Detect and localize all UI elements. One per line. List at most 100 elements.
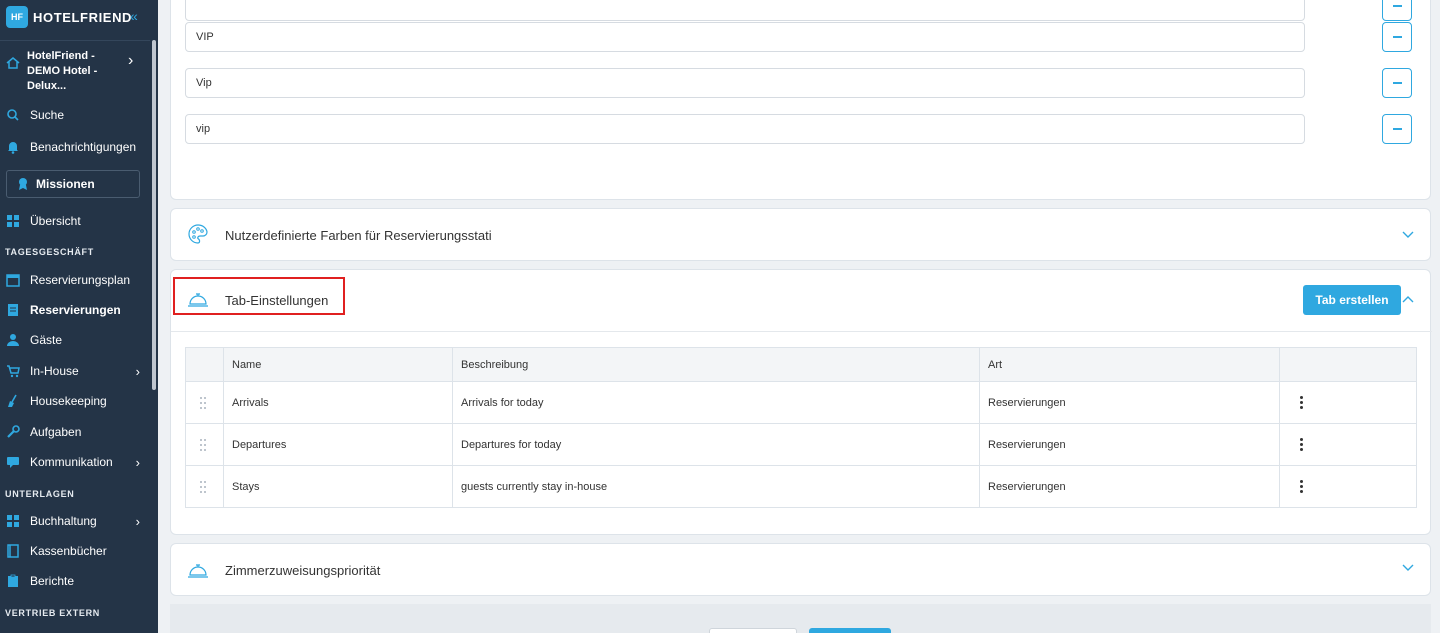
- tag-input[interactable]: Vip: [185, 68, 1305, 98]
- remove-tag-button[interactable]: [1382, 114, 1412, 144]
- tab-settings-section: Tab-Einstellungen Tab erstellen Name Bes…: [170, 269, 1432, 535]
- section-header[interactable]: Tab-Einstellungen Tab erstellen: [171, 270, 1432, 320]
- cell-type: Reservierungen: [979, 423, 1280, 466]
- sidebar-item-label: Benachrichtigungen: [30, 140, 137, 154]
- sidebar-item-reports[interactable]: Berichte: [0, 568, 150, 594]
- actions-cell[interactable]: [1279, 381, 1417, 424]
- minus-icon: [1392, 5, 1402, 7]
- sidebar-item-inhouse[interactable]: In-House ›: [0, 358, 150, 384]
- sidebar-item-label: Kommunikation: [30, 455, 113, 469]
- chevron-right-icon: ›: [135, 454, 140, 470]
- sidebar-item-search[interactable]: Suche: [0, 102, 150, 128]
- chevron-right-icon: ›: [135, 363, 140, 379]
- sidebar-item-accounting[interactable]: Buchhaltung ›: [0, 508, 150, 534]
- calendar-icon: [6, 274, 20, 287]
- service-bell-icon: [188, 564, 208, 578]
- bell-icon: [8, 142, 18, 154]
- tag-input-hidden[interactable]: [185, 0, 1305, 21]
- brand[interactable]: HF HOTELFRIEND: [6, 4, 132, 30]
- search-icon: [7, 109, 19, 121]
- column-header-type[interactable]: Art: [979, 347, 1280, 382]
- sidebar-item-overview[interactable]: Übersicht: [0, 208, 150, 234]
- sidebar-item-label: Gäste: [30, 333, 63, 347]
- user-icon: [7, 334, 19, 346]
- drag-cell[interactable]: [185, 423, 224, 466]
- cell-type: Reservierungen: [979, 381, 1280, 424]
- table-row[interactable]: Stays guests currently stay in-house Res…: [185, 465, 1417, 508]
- more-vertical-icon[interactable]: [1300, 480, 1304, 493]
- collapse-sidebar-icon[interactable]: «: [130, 8, 138, 24]
- medal-icon: [19, 178, 27, 190]
- sidebar-item-label: Berichte: [30, 574, 75, 588]
- sidebar-item-label: Kassenbücher: [30, 544, 107, 558]
- drag-handle-icon[interactable]: [199, 480, 207, 494]
- actions-column-header: [1279, 347, 1417, 382]
- drag-cell[interactable]: [185, 465, 224, 508]
- book-icon: [7, 544, 19, 558]
- drag-cell[interactable]: [185, 381, 224, 424]
- chevron-down-icon[interactable]: [1401, 227, 1415, 241]
- sidebar-item-label: Reservierungsplan: [30, 273, 131, 287]
- sidebar-item-reservations[interactable]: Reservierungen: [0, 297, 150, 323]
- sidebar-item-label: Aufgaben: [30, 425, 82, 439]
- missions-button[interactable]: Missionen: [6, 170, 140, 198]
- tags-card: VIP Vip vip: [170, 0, 1431, 200]
- chevron-down-icon[interactable]: [1401, 560, 1415, 574]
- sidebar-item-tasks[interactable]: Aufgaben: [0, 419, 150, 445]
- actions-cell[interactable]: [1279, 423, 1417, 466]
- wrench-icon: [7, 425, 20, 438]
- save-button[interactable]: [809, 628, 891, 633]
- sidebar-item-communication[interactable]: Kommunikation ›: [0, 449, 150, 475]
- broom-icon: [8, 394, 17, 407]
- minus-icon: [1392, 128, 1402, 130]
- sidebar-item-notifications[interactable]: Benachrichtigungen: [0, 134, 150, 160]
- sidebar-item-guests[interactable]: Gäste: [0, 327, 150, 353]
- cell-description: Departures for today: [452, 423, 980, 466]
- drag-handle-icon[interactable]: [199, 438, 207, 452]
- actions-cell[interactable]: [1279, 465, 1417, 508]
- custom-colors-section[interactable]: Nutzerdefinierte Farben für Reservierung…: [170, 208, 1431, 261]
- chevron-up-icon[interactable]: [1401, 292, 1415, 306]
- hotelfriend-logo-icon: HF: [6, 6, 28, 28]
- room-priority-section[interactable]: Zimmerzuweisungspriorität: [170, 543, 1431, 596]
- sidebar-item-housekeeping[interactable]: Housekeeping: [0, 388, 150, 414]
- sidebar-item-reservation-plan[interactable]: Reservierungsplan: [0, 267, 150, 293]
- more-vertical-icon[interactable]: [1300, 438, 1304, 451]
- dashboard-icon: [7, 215, 19, 227]
- hotel-name: HotelFriend - DEMO Hotel - Delux...: [27, 50, 98, 92]
- table-row[interactable]: Arrivals Arrivals for today Reservierung…: [185, 381, 1417, 424]
- hotel-selector[interactable]: HotelFriend - DEMO Hotel - Delux... ›: [0, 44, 150, 92]
- sidebar-item-label: Buchhaltung: [30, 514, 97, 528]
- table-row[interactable]: Departures Departures for today Reservie…: [185, 423, 1417, 466]
- drag-handle-icon[interactable]: [199, 396, 207, 410]
- sidebar-divider: [0, 40, 150, 41]
- create-tab-button[interactable]: Tab erstellen: [1303, 285, 1401, 315]
- clipboard-icon: [8, 574, 18, 587]
- table-header-row: Name Beschreibung Art: [185, 347, 1417, 382]
- sidebar-section-sales: VERTRIEB EXTERN: [5, 608, 101, 618]
- cancel-button[interactable]: [709, 628, 797, 633]
- sidebar-item-label: Suche: [30, 108, 65, 122]
- tag-input[interactable]: vip: [185, 114, 1305, 144]
- document-icon: [8, 304, 18, 316]
- section-header[interactable]: Zimmerzuweisungspriorität: [171, 544, 1432, 594]
- remove-tag-button[interactable]: [1382, 0, 1412, 21]
- remove-tag-button[interactable]: [1382, 68, 1412, 98]
- minus-icon: [1392, 36, 1402, 38]
- section-header[interactable]: Nutzerdefinierte Farben für Reservierung…: [171, 209, 1432, 259]
- remove-tag-button[interactable]: [1382, 22, 1412, 52]
- chevron-right-icon: ›: [135, 513, 140, 529]
- sidebar-scrollbar-thumb[interactable]: [152, 40, 156, 390]
- sidebar-item-label: Reservierungen: [30, 303, 121, 317]
- cell-type: Reservierungen: [979, 465, 1280, 508]
- column-header-description[interactable]: Beschreibung: [452, 347, 980, 382]
- section-divider: [171, 331, 1432, 332]
- sidebar-item-cashbooks[interactable]: Kassenbücher: [0, 538, 150, 564]
- cell-name: Stays: [223, 465, 453, 508]
- column-header-name[interactable]: Name: [223, 347, 453, 382]
- missions-label: Missionen: [36, 177, 95, 191]
- tag-input[interactable]: VIP: [185, 22, 1305, 52]
- cell-description: Arrivals for today: [452, 381, 980, 424]
- more-vertical-icon[interactable]: [1300, 396, 1304, 409]
- cell-description: guests currently stay in-house: [452, 465, 980, 508]
